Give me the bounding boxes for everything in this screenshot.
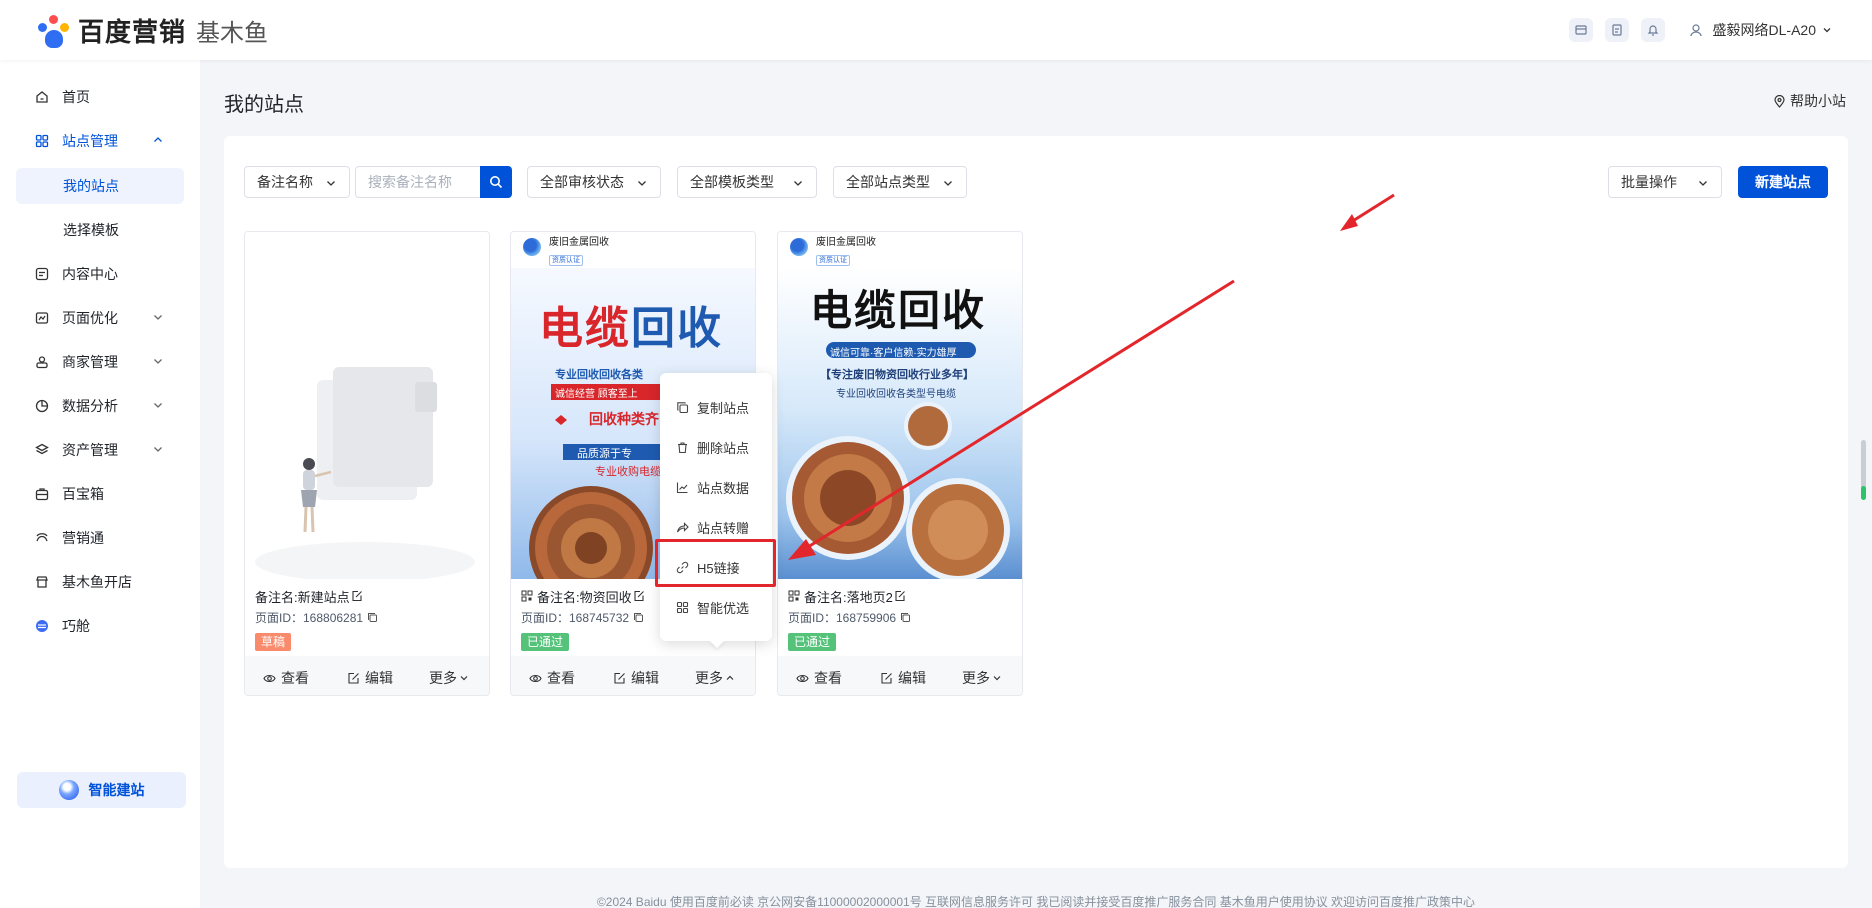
task-icon[interactable]: [1604, 18, 1629, 42]
brand-logo[interactable]: 百度营销 基木鱼: [36, 12, 268, 49]
chevron-down-icon: [1823, 28, 1831, 33]
user-menu[interactable]: 盛毅网络DL-A20: [1689, 20, 1832, 40]
brand-name: 百度营销: [78, 17, 187, 47]
top-header: 百度营销 基木鱼 盛毅网络DL-A20: [0, 0, 1872, 60]
user-name: 盛毅网络DL-A20: [1712, 22, 1816, 38]
scrollbar[interactable]: [1861, 440, 1866, 500]
product-name: 基木鱼: [196, 20, 269, 47]
annotation-arrow: [1340, 193, 1395, 231]
baidu-logo-icon: [36, 13, 72, 49]
annotation-arrow: [788, 279, 1235, 560]
message-icon[interactable]: [1568, 18, 1593, 42]
user-icon: [1689, 24, 1702, 37]
bell-icon[interactable]: [1640, 18, 1665, 42]
annotation-arrows: [788, 193, 1395, 560]
page-footer: ©2024 Baidu 使用百度前必读 京公网安备11000002000001号…: [596, 895, 1476, 908]
